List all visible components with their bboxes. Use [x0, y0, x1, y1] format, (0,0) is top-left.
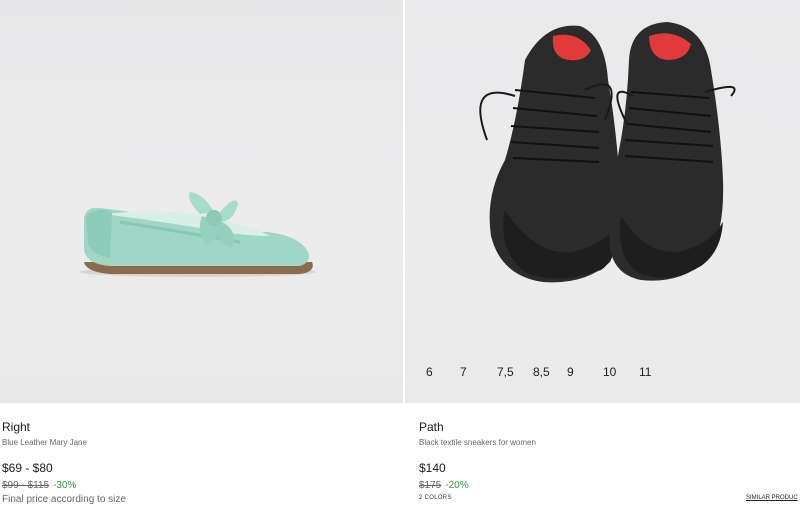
black-sneakers-illustration — [479, 22, 736, 283]
original-price: $175 — [419, 480, 442, 491]
size-option[interactable]: 7 — [460, 365, 467, 379]
product-image-mary-jane[interactable] — [0, 0, 403, 403]
price-comparison: $99 - $115 -30% — [2, 480, 76, 491]
size-selector: 6 7 7,5 8,5 9 10 11 — [405, 365, 800, 383]
price-note: Final price according to size — [2, 494, 126, 505]
size-option[interactable]: 9 — [567, 365, 574, 379]
product-image-sneakers[interactable]: 6 7 7,5 8,5 9 10 11 — [405, 0, 800, 403]
similar-products-link[interactable]: SIMILAR PRODUC — [746, 495, 798, 501]
right-sneaker — [609, 22, 736, 281]
product-name[interactable]: Path — [419, 420, 444, 434]
size-option[interactable]: 11 — [639, 365, 651, 379]
size-option[interactable]: 7,5 — [497, 365, 514, 379]
product-description: Blue Leather Mary Jane — [2, 438, 87, 447]
product-card-right[interactable]: Right Blue Leather Mary Jane $69 - $80 $… — [0, 0, 405, 508]
product-description: Black textile sneakers for women — [419, 438, 536, 447]
product-price: $69 - $80 — [2, 461, 53, 475]
mary-jane-shoe-illustration — [80, 192, 316, 277]
product-price: $140 — [419, 461, 446, 475]
colors-count[interactable]: 2 COLORS — [419, 495, 452, 501]
size-option[interactable]: 10 — [603, 365, 616, 379]
product-card-path[interactable]: 6 7 7,5 8,5 9 10 11 Path Black textile s… — [405, 0, 800, 508]
discount-badge: -20% — [445, 480, 469, 491]
original-price: $99 - $115 — [2, 480, 50, 491]
price-comparison: $175 -20% — [419, 480, 469, 491]
product-name[interactable]: Right — [2, 420, 30, 434]
discount-badge: -30% — [53, 480, 77, 491]
left-sneaker — [479, 25, 621, 283]
size-option[interactable]: 6 — [426, 365, 433, 379]
size-option[interactable]: 8,5 — [533, 365, 550, 379]
